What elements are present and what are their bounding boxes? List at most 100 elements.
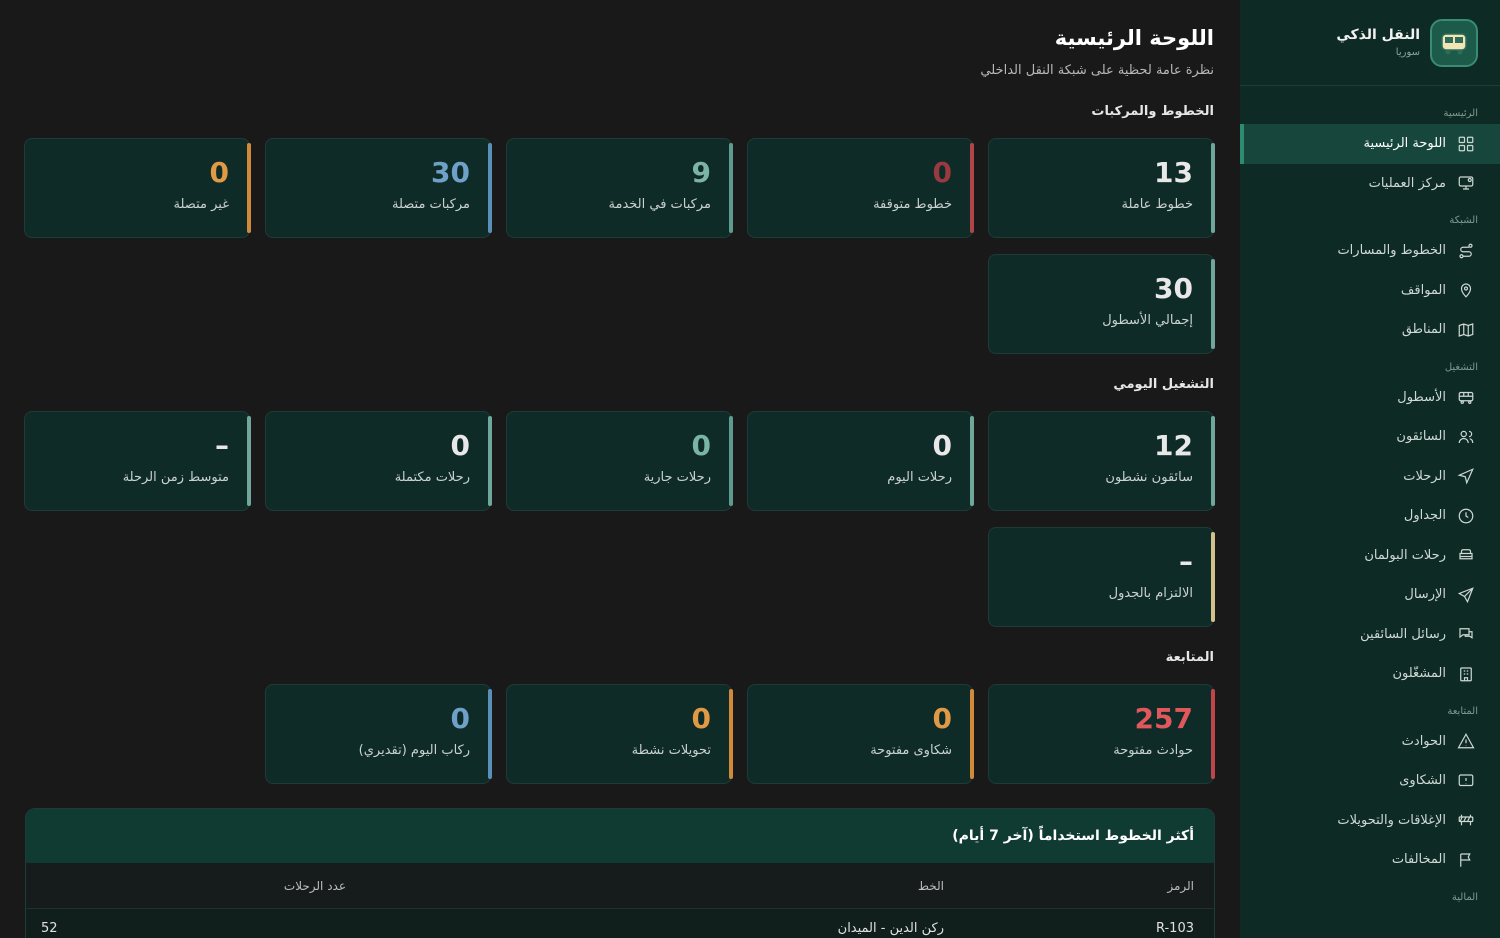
section-title-daily: التشغيل اليومي [1113, 377, 1214, 392]
chat-icon [1456, 624, 1476, 644]
table-row[interactable]: R-103 ركن الدين - الميدان 52 [26, 909, 1214, 938]
stat-card: 13 خطوط عاملة [988, 138, 1215, 238]
stat-value: 13 [1154, 156, 1193, 189]
card-accent-bar [488, 416, 492, 506]
sidebar-item[interactable]: رحلات البولمان [1240, 536, 1500, 576]
navigation-icon [1456, 466, 1476, 486]
sidebar-item[interactable]: الإرسال [1240, 575, 1500, 615]
sidebar-item-label: رسائل السائقين [1360, 626, 1446, 642]
card-accent-bar [488, 143, 492, 233]
card-accent-bar [1211, 143, 1215, 233]
sidebar-item-label: مركز العمليات [1368, 175, 1446, 191]
sidebar-item[interactable]: الأسطول [1240, 378, 1500, 418]
card-accent-bar [729, 689, 733, 779]
alert-triangle-icon [1456, 731, 1476, 751]
cell-count: 52 [41, 921, 58, 936]
card-accent-bar [488, 689, 492, 779]
stat-value: – [1179, 545, 1193, 578]
stat-card: 0 ركاب اليوم (تقديري) [265, 684, 492, 784]
stat-label: تحويلات نشطة [631, 743, 711, 758]
nav-section-title: التشغيل [1444, 361, 1478, 373]
sidebar-item-label: الخطوط والمسارات [1337, 243, 1446, 259]
table-header: أكثر الخطوط استخداماً (آخر 7 أيام) [26, 809, 1214, 863]
card-accent-bar [729, 143, 733, 233]
stat-label: مركبات في الخدمة [608, 197, 711, 212]
sidebar-item[interactable]: الإغلاقات والتحويلات [1240, 801, 1500, 841]
stat-card: 0 رحلات جارية [506, 411, 733, 511]
card-accent-bar [1211, 259, 1215, 349]
send-icon [1456, 585, 1476, 605]
sidebar-item-label: المشغّلون [1392, 666, 1446, 682]
sidebar-item-label: الحوادث [1401, 733, 1446, 749]
stat-label: ركاب اليوم (تقديري) [358, 743, 470, 758]
sidebar-item-label: الإغلاقات والتحويلات [1337, 812, 1446, 828]
monitor-icon [1456, 173, 1476, 193]
stat-label: شكاوى مفتوحة [870, 743, 952, 758]
stat-label: متوسط زمن الرحلة [122, 470, 229, 485]
stat-card: 9 مركبات في الخدمة [506, 138, 733, 238]
sidebar-item[interactable]: المواقف [1240, 271, 1500, 311]
stat-value: 0 [932, 156, 952, 189]
coach-icon [1456, 545, 1476, 565]
stat-label: إجمالي الأسطول [1102, 313, 1193, 328]
card-accent-bar [1211, 416, 1215, 506]
card-accent-bar [1211, 689, 1215, 779]
stat-label: الالتزام بالجدول [1108, 586, 1193, 601]
sidebar-item[interactable]: السائقون [1240, 417, 1500, 457]
sidebar-item[interactable]: اللوحة الرئيسية [1240, 124, 1500, 164]
message-alert-icon [1456, 771, 1476, 791]
column-line: الخط [917, 878, 944, 893]
table-title: أكثر الخطوط استخداماً (آخر 7 أيام) [952, 828, 1194, 844]
brand-title: النقل الذكي [1336, 27, 1420, 43]
sidebar-item[interactable]: الجداول [1240, 496, 1500, 536]
cell-code: R-103 [1155, 921, 1194, 936]
card-accent-bar [970, 689, 974, 779]
bus-icon [1456, 387, 1476, 407]
sidebar-item[interactable]: الشكاوى [1240, 761, 1500, 801]
page-title: اللوحة الرئيسية [1054, 26, 1214, 50]
main-content: اللوحة الرئيسية نظرة عامة لحظية على شبكة… [0, 0, 1240, 938]
stat-value: 0 [450, 429, 470, 462]
stat-card: – الالتزام بالجدول [988, 527, 1215, 627]
stat-value: 0 [932, 429, 952, 462]
sidebar-item[interactable]: المخالفات [1240, 840, 1500, 880]
map-pin-icon [1456, 280, 1476, 300]
stat-card: 30 إجمالي الأسطول [988, 254, 1215, 354]
section-title-lines: الخطوط والمركبات [1091, 104, 1214, 119]
stat-label: حوادث مفتوحة [1113, 743, 1193, 758]
table-columns: الرمز الخط عدد الرحلات [26, 863, 1214, 909]
stat-value: 257 [1134, 702, 1193, 735]
sidebar-item[interactable]: المشغّلون [1240, 654, 1500, 694]
card-accent-bar [970, 143, 974, 233]
stat-value: 0 [209, 156, 229, 189]
sidebar-item[interactable]: الخطوط والمسارات [1240, 231, 1500, 271]
top-lines-table: أكثر الخطوط استخداماً (آخر 7 أيام) الرمز… [25, 808, 1215, 938]
sidebar-item-label: الأسطول [1397, 389, 1446, 405]
stat-label: خطوط عاملة [1121, 197, 1193, 212]
sidebar-item[interactable]: الرحلات [1240, 457, 1500, 497]
sidebar-item-label: المناطق [1401, 322, 1446, 338]
stat-card: 0 تحويلات نشطة [506, 684, 733, 784]
sidebar-item-label: رحلات البولمان [1364, 547, 1446, 563]
sidebar: النقل الذكي سوريا الرئيسية اللوحة الرئيسي… [1240, 0, 1500, 938]
stat-card: 0 رحلات مكتملة [265, 411, 492, 511]
map-icon [1456, 320, 1476, 340]
stat-value: 30 [1154, 272, 1193, 305]
sidebar-item[interactable]: الحوادث [1240, 722, 1500, 762]
stat-card: 0 غير متصلة [24, 138, 251, 238]
stat-label: رحلات جارية [643, 470, 711, 485]
card-accent-bar [247, 143, 251, 233]
sidebar-item[interactable]: مركز العمليات [1240, 164, 1500, 204]
route-icon [1456, 241, 1476, 261]
nav-section-title: الشبكة [1449, 215, 1478, 226]
stat-value: 0 [691, 429, 711, 462]
users-icon [1456, 427, 1476, 447]
stat-label: رحلات مكتملة [394, 470, 470, 485]
card-accent-bar [970, 416, 974, 506]
sidebar-item[interactable]: المناطق [1240, 310, 1500, 350]
sidebar-nav: الرئيسية اللوحة الرئيسية مركز العمليات الشب… [1240, 96, 1500, 908]
grid-icon [1456, 134, 1476, 154]
sidebar-item[interactable]: رسائل السائقين [1240, 615, 1500, 655]
flag-icon [1456, 850, 1476, 870]
card-accent-bar [729, 416, 733, 506]
